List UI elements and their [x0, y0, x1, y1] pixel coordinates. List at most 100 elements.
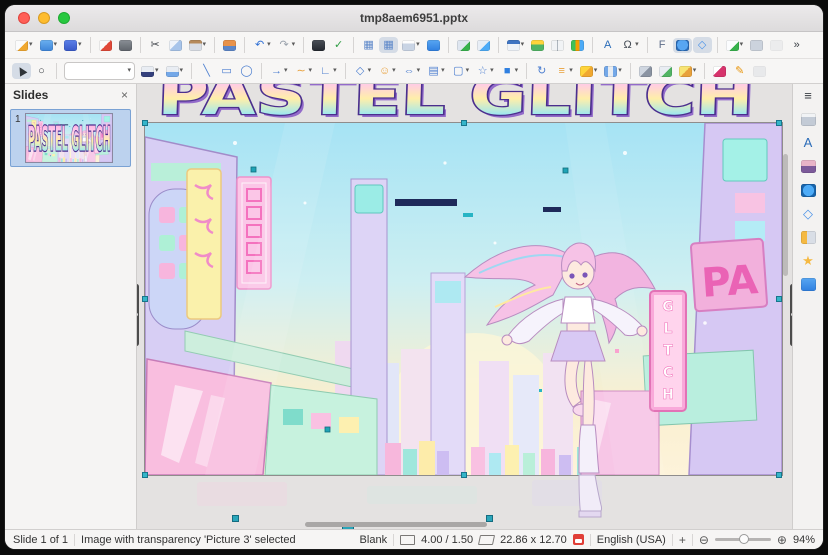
selection-handle-top-left[interactable]: [142, 120, 148, 126]
selection-handle-middle-left[interactable]: [142, 296, 148, 302]
draw-functions-button[interactable]: ◇: [693, 37, 712, 53]
insert-table-button[interactable]: ▾: [504, 38, 528, 53]
export-pdf-button[interactable]: [96, 38, 115, 53]
select-tool-button[interactable]: ▶: [12, 63, 31, 79]
3d-objects-button[interactable]: ■▾: [498, 63, 522, 79]
insert-line-button[interactable]: ╲: [197, 63, 216, 79]
selection-handle-top-right[interactable]: [776, 120, 782, 126]
start-slideshow-button[interactable]: [474, 38, 493, 53]
block-arrows-button[interactable]: ⇔▾: [400, 63, 424, 79]
zoom-slider-thumb[interactable]: [739, 534, 749, 544]
crop-image-button[interactable]: [656, 64, 675, 79]
tab-properties[interactable]: [799, 111, 818, 128]
cursor-position[interactable]: 4.00 / 1.50: [421, 534, 473, 546]
rectangle-button[interactable]: ▭: [217, 63, 236, 79]
svg-text:PASTEL GLITCH: PASTEL GLITCH: [157, 84, 755, 127]
snap-to-grid-button[interactable]: ▦: [379, 37, 398, 53]
horizontal-scrollbar[interactable]: [305, 522, 487, 527]
shadow-button[interactable]: [636, 64, 655, 79]
clone-formatting-button[interactable]: [220, 38, 239, 53]
special-character-button[interactable]: Ω▾: [618, 37, 642, 53]
zoom-percentage[interactable]: 94%: [793, 534, 815, 546]
tab-shapes[interactable]: ◇: [800, 206, 817, 222]
save-button[interactable]: ▾: [61, 38, 85, 53]
zoom-out-icon[interactable]: ⊖: [699, 533, 709, 547]
slide-thumbnail-1[interactable]: 1 PASTEL GLITCH: [10, 109, 131, 167]
display-views-button[interactable]: ▾: [399, 38, 423, 53]
fill-color-button[interactable]: ▾: [163, 64, 187, 79]
line-width-combo[interactable]: ▾: [64, 62, 135, 80]
tab-animation[interactable]: ★: [800, 253, 817, 269]
line-color-button[interactable]: ▾: [138, 64, 162, 79]
selection-handle-bottom-middle[interactable]: [461, 472, 467, 478]
master-slide-button[interactable]: [454, 38, 473, 53]
toggle-extrusion-button[interactable]: [750, 64, 769, 79]
insert-textbox-button[interactable]: A: [598, 37, 617, 53]
fit-slide-icon[interactable]: +: [679, 533, 686, 547]
callouts-button[interactable]: ▢▾: [449, 63, 473, 79]
rotate-button[interactable]: ↻: [532, 63, 551, 79]
object-size[interactable]: 22.86 x 12.70: [500, 534, 567, 546]
glue-points-button[interactable]: ✎: [730, 63, 749, 79]
language-selector[interactable]: English (USA): [597, 534, 666, 546]
selection-handle-middle-right[interactable]: [776, 296, 782, 302]
open-button[interactable]: ▾: [37, 38, 61, 53]
tab-styles[interactable]: A: [800, 135, 817, 151]
distribute-button[interactable]: ▾: [601, 64, 625, 79]
hyperlink-button[interactable]: [673, 38, 692, 53]
show-comments-button[interactable]: [747, 38, 766, 53]
zoom-in-icon[interactable]: ⊕: [777, 533, 787, 547]
sidebar-settings-button[interactable]: ≡: [800, 88, 817, 104]
paste-button[interactable]: ▾: [186, 38, 210, 53]
insert-chart-button[interactable]: [568, 38, 587, 53]
insert-image-button[interactable]: [528, 38, 547, 53]
image-filter-button[interactable]: ▾: [676, 64, 700, 79]
selected-picture[interactable]: PA G L T C H: [145, 123, 782, 475]
fontwork-button[interactable]: F: [653, 37, 672, 53]
lines-arrows-button[interactable]: →▾: [267, 63, 291, 79]
find-replace-button[interactable]: [309, 38, 328, 53]
ellipse-button[interactable]: ◯: [237, 63, 256, 79]
delete-comment-button[interactable]: [767, 38, 786, 53]
flowchart-button[interactable]: ▤▾: [424, 63, 448, 79]
vertical-scrollbar[interactable]: [783, 154, 788, 276]
template-label[interactable]: Blank: [360, 534, 388, 546]
insert-comment-icon: [726, 40, 739, 51]
tab-navigator[interactable]: [799, 182, 818, 199]
new-button[interactable]: ▾: [12, 38, 36, 53]
toolbar-separator: [448, 37, 449, 53]
tab-slide-transition[interactable]: [799, 229, 818, 246]
spelling-button[interactable]: ✓: [329, 37, 348, 53]
display-grid-button[interactable]: ▦: [359, 37, 378, 53]
redo-button[interactable]: ↷▾: [275, 37, 299, 53]
insert-text-columns-button[interactable]: [548, 38, 567, 53]
undo-button[interactable]: ↶▾: [250, 37, 274, 53]
print-button[interactable]: [116, 38, 135, 53]
slides-panel-close-icon[interactable]: ×: [121, 90, 128, 100]
align-button[interactable]: ≡▾: [552, 63, 576, 79]
connectors-button[interactable]: ∟▾: [316, 63, 340, 79]
toolbar-overflow-button[interactable]: »: [787, 37, 806, 53]
arrange-button[interactable]: ▾: [577, 64, 601, 79]
cut-button[interactable]: ✂: [146, 37, 165, 53]
selection-handle-bottom-right[interactable]: [776, 472, 782, 478]
symbol-shapes-button[interactable]: ☺▾: [375, 63, 399, 79]
right-panel-splitter[interactable]: [790, 284, 792, 346]
normal-view-button[interactable]: [424, 38, 443, 53]
left-panel-splitter[interactable]: [137, 284, 139, 346]
points-button[interactable]: [710, 64, 729, 79]
tab-master-slides[interactable]: [799, 276, 818, 293]
slide-canvas[interactable]: PA G L T C H: [137, 84, 792, 529]
rotate-icon: ↻: [535, 65, 548, 77]
basic-shapes-button[interactable]: ◇▾: [351, 63, 375, 79]
zoom-slider[interactable]: [715, 538, 771, 541]
selection-handle-bottom-left[interactable]: [142, 472, 148, 478]
insert-comment-button[interactable]: ▾: [723, 38, 747, 53]
copy-button[interactable]: [166, 38, 185, 53]
zoom-tool-button[interactable]: ○: [32, 63, 51, 79]
curves-polygons-button[interactable]: ∼▾: [292, 63, 316, 79]
slide[interactable]: PA G L T C H: [145, 123, 782, 475]
stars-button[interactable]: ☆▾: [473, 63, 497, 79]
tab-gallery[interactable]: [799, 158, 818, 175]
unsaved-changes-icon[interactable]: [573, 534, 584, 545]
